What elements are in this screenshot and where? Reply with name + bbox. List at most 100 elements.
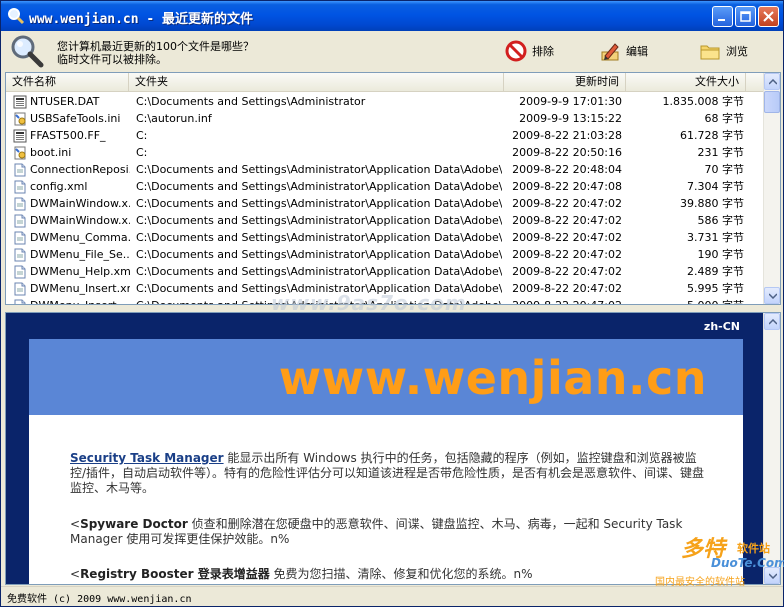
- table-row[interactable]: NTUSER.DAT C:\Documents and Settings\Admi…: [6, 93, 765, 110]
- scroll-thumb[interactable]: [764, 91, 780, 113]
- paragraph-text: 免费为您扫描、清除、修复和优化您的系统。n%: [269, 567, 533, 581]
- watermark-center: www.9as7o.com: [271, 291, 467, 315]
- list-scrollbar[interactable]: [763, 73, 780, 304]
- browse-label: 浏览: [726, 45, 748, 58]
- exclude-button[interactable]: 排除: [505, 38, 554, 64]
- status-bar: 免费软件 (c) 2009 www.wenjian.cn: [1, 586, 783, 606]
- cell-time: 2009-8-22 21:03:28: [512, 129, 622, 142]
- cell-size: 231 字节: [697, 146, 745, 159]
- window-title: www.wenjian.cn - 最近更新的文件: [29, 12, 254, 27]
- cell-name: FFAST500.FF_: [30, 129, 106, 142]
- watermark-small: 软件站: [737, 542, 770, 555]
- magnifier-icon: [7, 7, 25, 25]
- title-bar[interactable]: www.wenjian.cn - 最近更新的文件: [1, 1, 783, 31]
- table-row[interactable]: DWMenu_Help.xml C:\Documents and Settings…: [6, 263, 765, 280]
- edit-button[interactable]: 编辑: [599, 38, 648, 64]
- system-file-icon: [13, 129, 27, 143]
- edit-label: 编辑: [626, 45, 648, 58]
- document-file-icon: [13, 282, 27, 296]
- close-button[interactable]: [758, 6, 779, 27]
- system-file-icon: [13, 95, 27, 109]
- table-row[interactable]: FFAST500.FF_ C: 2009-8-22 21:03:28 61.728 字…: [6, 127, 765, 144]
- security-task-manager-link[interactable]: Security Task Manager: [70, 451, 224, 465]
- list-header: 文件名称 文件夹 更新时间 文件大小: [6, 73, 765, 92]
- column-header-size[interactable]: 文件大小: [626, 73, 746, 92]
- cell-folder: C:\Documents and Settings\Administrator\…: [136, 180, 502, 193]
- cell-time: 2009-8-22 20:47:02: [504, 297, 622, 304]
- cell-size: 2.489 字节: [687, 265, 744, 278]
- status-text: 免费软件 (c) 2009 www.wenjian.cn: [7, 594, 192, 605]
- settings-file-icon: [13, 112, 27, 126]
- cell-folder: C:\Documents and Settings\Administrator\…: [136, 197, 502, 210]
- scroll-up-button[interactable]: [764, 313, 780, 330]
- cell-size: 68 字节: [704, 112, 745, 125]
- cell-name: DWMenu_Comma...: [30, 231, 130, 244]
- cell-name: DWMainWindow.x...: [30, 214, 130, 227]
- cell-name: boot.ini: [30, 146, 72, 159]
- table-row[interactable]: DWMenu_File_Se... C:\Documents and Settin…: [6, 246, 765, 263]
- document-file-icon: [13, 197, 27, 211]
- cell-size: 586 字节: [697, 214, 745, 227]
- spyware-doctor-title[interactable]: Spyware Doctor: [80, 517, 188, 531]
- scroll-down-button[interactable]: [764, 287, 780, 304]
- table-row[interactable]: USBSafeTools.ini C:\autorun.inf 2009-9-9 1…: [6, 110, 765, 127]
- table-row[interactable]: DWMainWindow.x... C:\Documents and Settin…: [6, 212, 765, 229]
- document-file-icon: [13, 180, 27, 194]
- browse-button[interactable]: 浏览: [699, 38, 748, 64]
- cell-folder: C:\autorun.inf: [136, 112, 212, 125]
- column-header-name[interactable]: 文件名称: [6, 73, 129, 92]
- app-window: www.wenjian.cn - 最近更新的文件 您计算机最近更新的100个文件…: [0, 0, 784, 607]
- cell-time: 2009-8-22 20:47:02: [512, 231, 622, 244]
- column-header-time[interactable]: 更新时间: [504, 73, 626, 92]
- paragraph-security-task-manager: Security Task Manager 能显示出所有 Windows 执行中…: [70, 451, 706, 496]
- cell-name: DWMenu_Insert...: [30, 297, 130, 304]
- pencil-icon: [601, 43, 619, 61]
- cell-folder: C:\Documents and Settings\Administrator\…: [136, 248, 502, 261]
- table-row[interactable]: boot.ini C: 2009-8-22 20:50:16 231 字节: [6, 144, 765, 161]
- cell-time: 2009-8-22 20:47:02: [512, 214, 622, 227]
- info-text-line2: 临时文件可以被排除。: [57, 53, 167, 66]
- cell-size: 190 字节: [697, 248, 745, 261]
- registry-booster-title[interactable]: Registry Booster 登录表增益器: [80, 567, 270, 581]
- cell-time: 2009-9-9 17:01:30: [519, 95, 622, 108]
- cell-name: DWMainWindow.x...: [30, 197, 130, 210]
- banner-title: www.wenjian.cn: [278, 351, 707, 405]
- cell-time: 2009-8-22 20:47:02: [512, 265, 622, 278]
- table-row[interactable]: DWMenu_Comma... C:\Documents and Settings…: [6, 229, 765, 246]
- cell-folder: C:\Documents and Settings\Administrator: [136, 95, 366, 108]
- watermark-corner: 多特 软件站 DuoTe.Com 国内最安全的软件站: [651, 531, 784, 591]
- paragraph-spyware-doctor: <Spyware Doctor 侦查和删除潜在您硬盘中的恶意软件、间谍、键盘监控…: [70, 517, 706, 547]
- table-row[interactable]: ConnectionReposi... C:\Documents and Sett…: [6, 161, 765, 178]
- cell-folder: C:\Documents and Settings\Administrator\…: [136, 231, 502, 244]
- cell-folder: C:: [136, 146, 148, 159]
- cell-folder: C:\Documents and Settings\Administrator\…: [136, 265, 502, 278]
- document-file-icon: [13, 214, 27, 228]
- cell-time: 2009-8-22 20:50:16: [512, 146, 622, 159]
- paragraph-registry-booster: <Registry Booster 登录表增益器 免费为您扫描、清除、修复和优化…: [70, 567, 706, 582]
- no-entry-icon: [505, 40, 527, 62]
- cell-name: NTUSER.DAT: [30, 95, 100, 108]
- language-label: zh-CN: [703, 320, 740, 333]
- cell-name: USBSafeTools.ini: [30, 112, 121, 125]
- cell-folder: C:: [136, 129, 148, 142]
- cell-time: 2009-8-22 20:47:02: [512, 197, 622, 210]
- scroll-up-button[interactable]: [764, 73, 780, 90]
- maximize-button[interactable]: [735, 6, 756, 27]
- cell-size: 1.835.008 字节: [662, 95, 744, 108]
- toolbar: 您计算机最近更新的100个文件是哪些？ 临时文件可以被排除。 排除 编辑 浏览: [1, 31, 783, 71]
- folder-icon: [700, 45, 720, 60]
- web-content: www.wenjian.cn Security Task Manager 能显示…: [29, 339, 743, 584]
- cell-name: DWMenu_Help.xml: [30, 265, 130, 278]
- minimize-button[interactable]: [712, 6, 733, 27]
- table-row[interactable]: config.xml C:\Documents and Settings\Admi…: [6, 178, 765, 195]
- column-header-folder[interactable]: 文件夹: [129, 73, 504, 92]
- watermark-site: DuoTe.Com: [711, 556, 784, 570]
- cell-time: 2009-8-22 20:47:02: [512, 248, 622, 261]
- document-file-icon: [13, 248, 27, 262]
- table-row[interactable]: DWMainWindow.x... C:\Documents and Settin…: [6, 195, 765, 212]
- bullet-prefix: <: [70, 567, 81, 581]
- cell-size: 3.731 字节: [687, 231, 744, 244]
- document-file-icon: [13, 299, 27, 304]
- cell-size: 70 字节: [704, 163, 745, 176]
- file-list[interactable]: 文件名称 文件夹 更新时间 文件大小 NTUSER.DAT C:\Document…: [5, 72, 781, 305]
